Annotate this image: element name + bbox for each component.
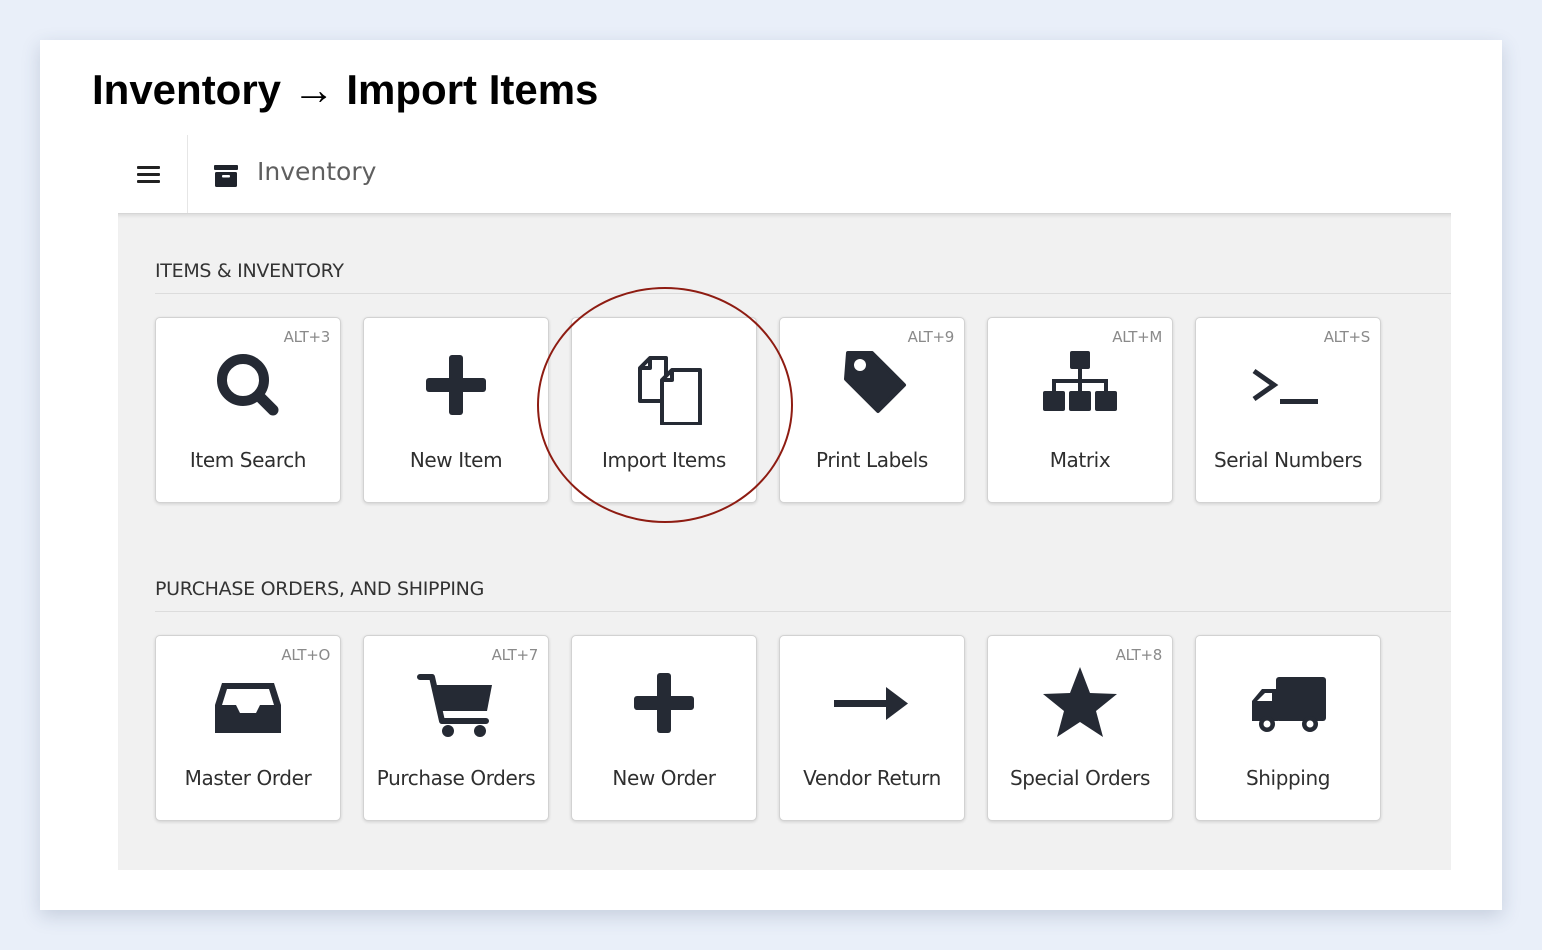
tile-import-items[interactable]: Import Items [571, 317, 757, 503]
section-title: PURCHASE ORDERS, AND SHIPPING [155, 578, 484, 600]
tile-item-search[interactable]: ALT+3 Item Search [155, 317, 341, 503]
tile-label: New Item [409, 448, 503, 472]
app-title: Inventory [257, 157, 377, 186]
tile-new-order[interactable]: New Order [571, 635, 757, 821]
tile-shipping[interactable]: Shipping [1195, 635, 1381, 821]
shortcut-label: ALT+8 [1115, 646, 1163, 664]
tile-label: Serial Numbers [1213, 448, 1363, 472]
tile-label: Print Labels [816, 448, 928, 472]
tile-serial-numbers[interactable]: ALT+S Serial Numbers [1195, 317, 1381, 503]
tile-matrix[interactable]: ALT+M Matrix [987, 317, 1173, 503]
section-title: ITEMS & INVENTORY [155, 260, 344, 282]
copy-documents-icon [624, 345, 704, 425]
shortcut-label: ALT+S [1323, 328, 1371, 346]
tile-master-order[interactable]: ALT+O Master Order [155, 635, 341, 821]
section-divider [155, 611, 1451, 612]
tag-icon [832, 345, 912, 425]
plus-icon [416, 345, 496, 425]
shopping-cart-icon [416, 663, 496, 743]
truck-icon [1248, 663, 1328, 743]
tile-purchase-orders[interactable]: ALT+7 Purchase Orders [363, 635, 549, 821]
section-divider [155, 293, 1451, 294]
shortcut-label: ALT+9 [907, 328, 955, 346]
tile-new-item[interactable]: New Item [363, 317, 549, 503]
tile-label: Special Orders [1009, 766, 1151, 790]
hamburger-menu-icon[interactable] [118, 135, 188, 213]
app-header: Inventory [118, 135, 1451, 213]
archive-icon [214, 165, 238, 187]
shortcut-label: ALT+M [1112, 328, 1162, 346]
tile-print-labels[interactable]: ALT+9 Print Labels [779, 317, 965, 503]
inbox-icon [208, 663, 288, 743]
tile-label: Import Items [602, 448, 726, 472]
tile-label: Matrix [1049, 448, 1111, 472]
terminal-icon [1248, 345, 1328, 425]
plus-icon [624, 663, 704, 743]
tile-label: Vendor Return [803, 766, 941, 790]
tile-special-orders[interactable]: ALT+8 Special Orders [987, 635, 1173, 821]
tile-label: Purchase Orders [376, 766, 536, 790]
search-icon [208, 345, 288, 425]
shortcut-label: ALT+O [281, 646, 330, 664]
screenshot-card: Inventory → Import Items Inventory ITEMS… [40, 40, 1502, 910]
tile-label: Shipping [1245, 766, 1331, 790]
page-title: Inventory → Import Items [92, 66, 599, 113]
tile-label: New Order [612, 766, 716, 790]
tile-label: Item Search [189, 448, 307, 472]
star-icon [1040, 663, 1120, 743]
main-panel: ITEMS & INVENTORY ALT+3 Item Search New … [118, 213, 1451, 870]
arrow-right-icon [832, 663, 912, 743]
shortcut-label: ALT+3 [283, 328, 331, 346]
tile-label: Master Order [184, 766, 312, 790]
tile-vendor-return[interactable]: Vendor Return [779, 635, 965, 821]
shortcut-label: ALT+7 [491, 646, 539, 664]
sitemap-icon [1040, 345, 1120, 425]
